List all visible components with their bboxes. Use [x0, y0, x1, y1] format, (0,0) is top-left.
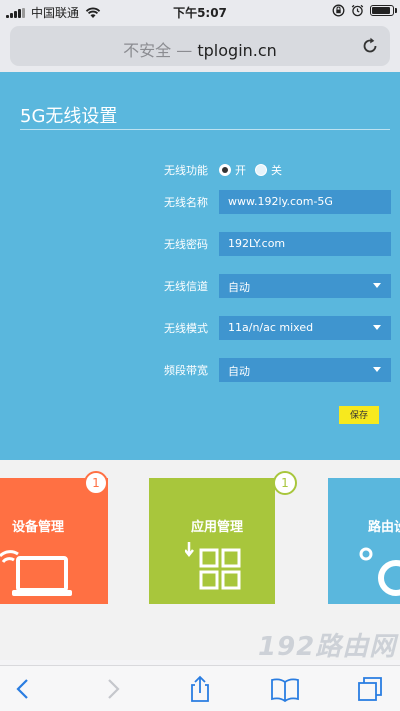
password-label: 无线密码 — [164, 238, 208, 251]
password-input[interactable]: 192LY.com — [219, 232, 391, 256]
forward-icon[interactable] — [98, 674, 128, 704]
notification-badge: 1 — [84, 471, 108, 495]
tile-router-settings[interactable]: 路由设 — [328, 478, 400, 604]
watermark: 192路由网 — [258, 632, 397, 662]
address-bar[interactable]: 不安全 — tplogin.cn — [10, 26, 390, 66]
alarm-icon — [351, 4, 364, 17]
channel-label: 无线信道 — [164, 280, 208, 293]
chevron-down-icon — [373, 325, 381, 330]
bandwidth-label: 频段带宽 — [164, 364, 208, 377]
wireless-5g-settings-panel: 5G无线设置 无线功能 开 关 无线名称 www.192ly.com-5G 无线… — [0, 72, 400, 460]
browser-toolbar — [0, 665, 400, 711]
url-host: tplogin.cn — [197, 41, 277, 60]
back-icon[interactable] — [8, 674, 38, 704]
apps-grid-icon — [185, 542, 241, 590]
bandwidth-row: 频段带宽 自动 — [0, 358, 400, 382]
mode-label: 无线模式 — [164, 322, 208, 335]
tile-label: 应用管理 — [191, 520, 244, 535]
gear-icon — [359, 547, 400, 596]
reload-icon[interactable] — [360, 36, 380, 56]
channel-select[interactable]: 自动 — [219, 274, 391, 298]
battery-icon — [370, 5, 397, 16]
bandwidth-value: 自动 — [228, 365, 250, 378]
radio-on-button[interactable] — [219, 164, 231, 176]
bookmarks-icon[interactable] — [270, 674, 300, 704]
wireless-toggle-group: 开 关 — [219, 162, 282, 178]
url-text[interactable]: 不安全 — tplogin.cn — [10, 37, 390, 61]
chevron-down-icon — [373, 367, 381, 372]
save-button[interactable]: 保存 — [339, 406, 379, 424]
panel-title: 5G无线设置 — [20, 106, 118, 127]
channel-row: 无线信道 自动 — [0, 274, 400, 298]
mode-select[interactable]: 11a/n/ac mixed — [219, 316, 391, 340]
tile-device-management[interactable]: 设备管理 1 — [0, 471, 108, 604]
tile-app-management[interactable]: 应用管理 1 — [149, 471, 297, 604]
mode-row: 无线模式 11a/n/ac mixed — [0, 316, 400, 340]
radio-on-label[interactable]: 开 — [235, 162, 246, 178]
mode-value: 11a/n/ac mixed — [228, 321, 314, 334]
rotation-lock-icon — [332, 4, 345, 17]
url-separator: — — [176, 41, 193, 60]
bandwidth-select[interactable]: 自动 — [219, 358, 391, 382]
title-divider — [20, 129, 390, 130]
channel-value: 自动 — [228, 281, 250, 294]
radio-off-button[interactable] — [255, 164, 267, 176]
wireless-toggle-row: 无线功能 开 关 — [0, 158, 400, 182]
ssid-input[interactable]: www.192ly.com-5G — [219, 190, 391, 214]
password-row: 无线密码 192LY.com — [0, 232, 400, 256]
chevron-down-icon — [373, 283, 381, 288]
url-insecure-label: 不安全 — [123, 41, 172, 60]
ssid-label: 无线名称 — [164, 196, 208, 209]
address-bar-area: 不安全 — tplogin.cn — [0, 22, 400, 72]
notification-badge: 1 — [273, 471, 297, 495]
wireless-toggle-label: 无线功能 — [164, 164, 208, 177]
tile-label: 设备管理 — [12, 520, 65, 535]
status-right — [332, 4, 397, 17]
tile-label: 路由设 — [368, 520, 400, 535]
status-bar: 中国联通 下午5:07 — [0, 0, 400, 22]
radio-off-label[interactable]: 关 — [271, 162, 282, 178]
tabs-icon[interactable] — [355, 674, 385, 704]
laptop-icon — [0, 550, 72, 596]
share-icon[interactable] — [185, 674, 215, 704]
ssid-row: 无线名称 www.192ly.com-5G — [0, 190, 400, 214]
